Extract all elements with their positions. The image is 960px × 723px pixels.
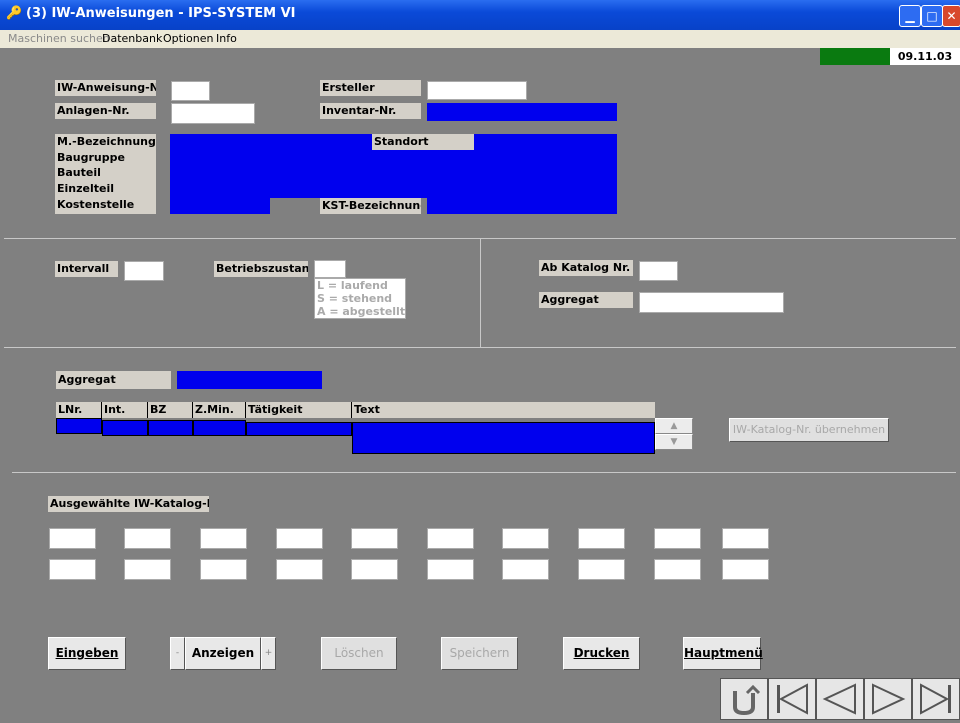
menu-info[interactable]: Info bbox=[216, 32, 237, 45]
katalog-nr-input[interactable] bbox=[427, 559, 474, 580]
table-cell-text[interactable] bbox=[352, 422, 655, 454]
loeschen-button[interactable]: Löschen bbox=[321, 637, 397, 670]
menu-maschinen-suchen[interactable]: Maschinen suchen bbox=[8, 32, 110, 45]
katalog-nr-input[interactable] bbox=[276, 559, 323, 580]
kst-bezeichnung-field[interactable] bbox=[427, 198, 617, 214]
minimize-icon[interactable]: ▁ bbox=[899, 5, 921, 27]
eingeben-button[interactable]: Eingeben bbox=[48, 637, 126, 670]
title-bar: 🔑 (3) IW-Anweisungen - IPS-SYSTEM VI ▁ □… bbox=[0, 0, 960, 30]
einzelteil-label: Einzelteil bbox=[57, 182, 115, 196]
aggregat-label: Aggregat bbox=[539, 292, 633, 308]
col-int: Int. bbox=[102, 402, 148, 418]
table-cell-bz[interactable] bbox=[148, 420, 193, 436]
kostenstelle-label: Kostenstelle bbox=[57, 197, 135, 211]
status-indicator bbox=[820, 48, 890, 65]
ab-katalog-label: Ab Katalog Nr. bbox=[539, 260, 633, 276]
menu-optionen[interactable]: Optionen bbox=[163, 32, 213, 45]
intervall-input[interactable] bbox=[124, 261, 164, 281]
betriebszustand-label: Betriebszustand bbox=[214, 261, 308, 277]
table-cell-lnr[interactable] bbox=[56, 418, 102, 434]
baugruppe-label: Baugruppe bbox=[57, 150, 125, 164]
next-record-icon[interactable] bbox=[864, 678, 912, 720]
close-icon[interactable]: ✕ bbox=[942, 5, 960, 27]
katalog-nr-input[interactable] bbox=[124, 559, 171, 580]
scroll-down-arrow-icon[interactable]: ▼ bbox=[655, 434, 693, 450]
katalog-nr-input[interactable] bbox=[578, 559, 625, 580]
scroll-up-arrow-icon[interactable]: ▲ bbox=[655, 418, 693, 434]
katalog-nr-input[interactable] bbox=[427, 528, 474, 549]
anzeigen-button[interactable]: Anzeigen bbox=[185, 637, 261, 670]
table-cell-taetigkeit[interactable] bbox=[246, 422, 352, 436]
divider bbox=[4, 347, 956, 348]
col-taetigkeit: Tätigkeit bbox=[246, 402, 352, 418]
betriebszustand-input[interactable] bbox=[314, 260, 346, 278]
bauteil-label: Bauteil bbox=[57, 166, 101, 180]
divider bbox=[12, 472, 956, 473]
hint-stehend: S = stehend bbox=[317, 292, 393, 305]
hint-laufend: L = laufend bbox=[317, 279, 388, 292]
app-key-icon: 🔑 bbox=[6, 6, 23, 21]
katalog-nr-input[interactable] bbox=[49, 559, 96, 580]
hauptmenue-button[interactable]: Hauptmenü bbox=[683, 637, 763, 670]
kostenstelle-field[interactable] bbox=[170, 198, 270, 214]
inventar-nr-label: Inventar-Nr. bbox=[320, 103, 421, 119]
ersteller-input[interactable] bbox=[427, 81, 527, 100]
ab-katalog-input[interactable] bbox=[639, 261, 678, 281]
previous-record-icon[interactable] bbox=[816, 678, 864, 720]
iw-nr-label: IW-Anweisung-Nr. bbox=[55, 80, 156, 96]
katalog-nr-input[interactable] bbox=[502, 528, 549, 549]
betriebszustand-hint: L = laufend S = stehend A = abgestellt bbox=[314, 278, 406, 319]
window-title: (3) IW-Anweisungen - IPS-SYSTEM VI bbox=[26, 6, 296, 21]
kst-bezeichnung-label: KST-Bezeichnung bbox=[320, 198, 421, 214]
last-record-icon[interactable] bbox=[912, 678, 960, 720]
katalog-nr-input[interactable] bbox=[578, 528, 625, 549]
col-zmin: Z.Min. bbox=[193, 402, 246, 418]
katalog-nr-input[interactable] bbox=[654, 528, 701, 549]
katalog-uebernehmen-button[interactable]: IW-Katalog-Nr. übernehmen bbox=[729, 418, 889, 442]
aggregat-label: Aggregat bbox=[56, 371, 171, 389]
table-cell-zmin[interactable] bbox=[193, 420, 246, 436]
anzeigen-prev-button[interactable]: - bbox=[170, 637, 185, 670]
aggregat-input[interactable] bbox=[639, 292, 784, 313]
col-bz: BZ bbox=[148, 402, 193, 418]
intervall-label: Intervall bbox=[55, 261, 118, 277]
col-text: Text bbox=[352, 402, 655, 418]
date-display: 09.11.03 bbox=[890, 48, 960, 65]
katalog-nr-input[interactable] bbox=[124, 528, 171, 549]
katalog-nr-input[interactable] bbox=[654, 559, 701, 580]
anlagen-nr-input[interactable] bbox=[171, 103, 255, 124]
katalog-nr-input[interactable] bbox=[722, 559, 769, 580]
ausgewaehlte-label: Ausgewählte IW-Katalog-Nr. bbox=[48, 496, 209, 512]
speichern-button[interactable]: Speichern bbox=[441, 637, 518, 670]
undo-icon[interactable] bbox=[720, 678, 768, 720]
katalog-nr-input[interactable] bbox=[200, 559, 247, 580]
anzeigen-next-button[interactable]: + bbox=[261, 637, 276, 670]
iw-nr-input[interactable] bbox=[171, 81, 210, 101]
anlagen-nr-label: Anlagen-Nr. bbox=[55, 103, 156, 119]
first-record-icon[interactable] bbox=[768, 678, 816, 720]
ersteller-label: Ersteller bbox=[320, 80, 421, 96]
katalog-nr-input[interactable] bbox=[49, 528, 96, 549]
katalog-nr-input[interactable] bbox=[351, 528, 398, 549]
divider bbox=[480, 238, 481, 347]
katalog-nr-input[interactable] bbox=[502, 559, 549, 580]
menu-datenbank[interactable]: Datenbank bbox=[102, 32, 162, 45]
maximize-icon[interactable]: □ bbox=[921, 5, 943, 27]
table-cell-int[interactable] bbox=[102, 420, 148, 436]
katalog-nr-input[interactable] bbox=[276, 528, 323, 549]
machine-labels: M.-Bezeichnung Baugruppe Bauteil Einzelt… bbox=[55, 134, 156, 214]
m-bezeichnung-label: M.-Bezeichnung bbox=[57, 135, 156, 148]
katalog-nr-input[interactable] bbox=[722, 528, 769, 549]
menu-bar: Maschinen suchen Datenbank Optionen Info bbox=[0, 30, 960, 48]
col-lnr: LNr. bbox=[56, 402, 102, 418]
katalog-nr-input[interactable] bbox=[351, 559, 398, 580]
inventar-nr-field[interactable] bbox=[427, 103, 617, 121]
aggregat-field[interactable] bbox=[177, 371, 322, 389]
standort-label: Standort bbox=[372, 134, 474, 150]
hint-abgestellt: A = abgestellt bbox=[317, 305, 406, 318]
drucken-button[interactable]: Drucken bbox=[563, 637, 640, 670]
katalog-nr-input[interactable] bbox=[200, 528, 247, 549]
